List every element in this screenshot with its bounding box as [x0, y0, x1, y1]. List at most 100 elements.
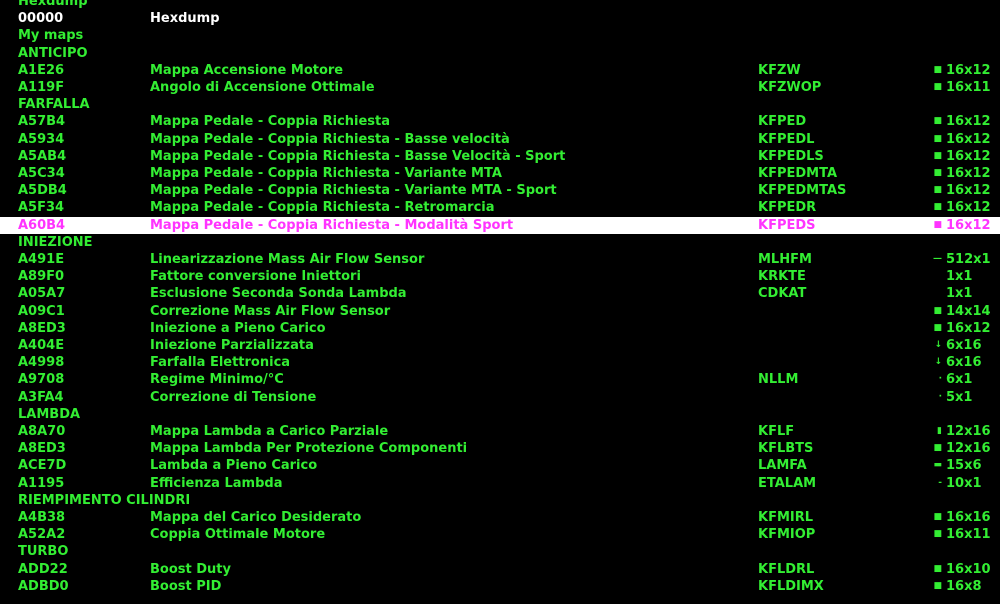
map-description: Mappa Pedale - Coppia Richiesta - Retrom… [150, 200, 495, 216]
map-row[interactable]: A8A70 Mappa Lambda a Carico Parziale KFLF ▮… [0, 423, 1000, 440]
map-row[interactable]: 00000 Hexdump [0, 10, 1000, 27]
map-list[interactable]: Hexdump 00000 Hexdump My maps ANTICIPO A1E26 M… [0, 0, 1000, 604]
map-row[interactable]: A09C1 Correzione Mass Air Flow Sensor ■ 14x… [0, 303, 1000, 320]
map-identifier: KRKTE [758, 269, 806, 285]
map-dimensions: 15x6 [946, 458, 982, 474]
map-dimensions: 16x12 [946, 114, 991, 130]
map-address: A89F0 [18, 269, 65, 285]
map-description: Coppia Ottimale Motore [150, 527, 326, 543]
map-shape-icon: ■ [933, 443, 942, 454]
map-row[interactable]: A404E Iniezione Parzializzata ↓ 6x16 [0, 337, 1000, 354]
map-row-selected[interactable]: A60B4 Mappa Pedale - Coppia Richiesta - M… [0, 216, 1000, 234]
map-address: A52A2 [18, 527, 66, 543]
category-anticipo[interactable]: ANTICIPO [0, 45, 1000, 62]
category-hexdump[interactable]: Hexdump [0, 0, 1000, 10]
map-row[interactable]: A4B38 Mappa del Carico Desiderato KFMIRL ■ 1… [0, 509, 1000, 526]
map-address: A4B38 [18, 510, 66, 525]
map-identifier: KFPEDS [758, 217, 816, 233]
map-dimensions: 14x14 [946, 303, 991, 319]
map-shape-icon: · [938, 391, 942, 402]
map-description: Boost Duty [150, 561, 231, 577]
map-description: Linearizzazione Mass Air Flow Sensor [150, 252, 425, 267]
category-iniezione[interactable]: INIEZIONE [0, 234, 1000, 251]
map-row[interactable]: A5C34 Mappa Pedale - Coppia Richiesta - V… [0, 165, 1000, 182]
map-shape-icon: ■ [933, 82, 942, 92]
map-dimensions: 16x12 [946, 62, 991, 78]
category-turbo[interactable]: TURBO [0, 543, 1000, 560]
map-shape-icon: - [938, 477, 942, 488]
map-identifier: KFMIOP [758, 527, 816, 543]
map-identifier: KFLF [758, 424, 795, 439]
category-label: INIEZIONE [18, 234, 93, 250]
map-address: A09C1 [18, 303, 65, 319]
map-row[interactable]: ADBD0 Boost PID KFLDIMX ■ 16x8 [0, 578, 1000, 595]
map-description: Mappa Accensione Motore [150, 62, 344, 78]
category-label: TURBO [18, 544, 69, 560]
map-dimensions: 12x16 [946, 441, 991, 457]
map-row[interactable]: A05A7 Esclusione Seconda Sonda Lambda CDKA… [0, 285, 1000, 302]
category-farfalla[interactable]: FARFALLA [0, 96, 1000, 113]
map-row[interactable]: A9708 Regime Minimo/°C NLLM · 6x1 [0, 371, 1000, 388]
map-row[interactable]: ACE7D Lambda a Pieno Carico LAMFA ▬ 15x6 [0, 457, 1000, 474]
map-identifier: KFZWOP [758, 80, 822, 95]
map-shape-icon: ■ [933, 116, 942, 127]
map-description: Iniezione Parzializzata [150, 338, 314, 353]
map-address: A5934 [18, 131, 65, 147]
map-row[interactable]: A5DB4 Mappa Pedale - Coppia Richiesta - V… [0, 182, 1000, 199]
map-description: Mappa Pedale - Coppia Richiesta - Modali… [150, 217, 514, 233]
map-address: 00000 [18, 11, 64, 27]
category-my-maps[interactable]: My maps [0, 27, 1000, 44]
map-row[interactable]: A8ED3 Mappa Lambda Per Protezione Compone… [0, 440, 1000, 457]
map-address: A3FA4 [18, 389, 64, 405]
map-shape-icon: ■ [933, 202, 942, 213]
map-row[interactable]: ADD22 Boost Duty KFLDRL ■ 16x10 [0, 561, 1000, 578]
map-dimensions: 16x12 [946, 183, 991, 199]
map-description: Hexdump [150, 11, 220, 27]
map-row[interactable]: A491E Linearizzazione Mass Air Flow Senso… [0, 251, 1000, 268]
map-dimensions: 16x12 [946, 166, 991, 181]
map-row[interactable]: A4998 Farfalla Elettronica ↓ 6x16 [0, 354, 1000, 371]
map-dimensions: 6x1 [946, 372, 973, 388]
category-label: My maps [18, 28, 84, 44]
category-lambda[interactable]: LAMBDA [0, 406, 1000, 423]
map-description: Mappa del Carico Desiderato [150, 510, 362, 525]
map-row[interactable]: A5934 Mappa Pedale - Coppia Richiesta - B… [0, 131, 1000, 148]
map-shape-icon: ▮ [937, 426, 942, 436]
map-address: A57B4 [18, 114, 66, 130]
map-row[interactable]: A3FA4 Correzione di Tensione · 5x1 [0, 389, 1000, 406]
map-shape-icon: ■ [933, 580, 942, 591]
map-identifier: KFMIRL [758, 510, 814, 525]
map-address: A8ED3 [18, 441, 66, 457]
map-address: A5AB4 [18, 148, 67, 164]
category-label: ANTICIPO [18, 45, 88, 61]
map-shape-icon: ■ [933, 322, 942, 333]
map-shape-icon: ■ [933, 305, 942, 316]
map-shape-icon: ■ [933, 64, 942, 75]
map-description: Mappa Pedale - Coppia Richiesta - Basse … [150, 131, 510, 147]
map-dimensions: 16x12 [946, 148, 991, 164]
map-shape-icon: · [938, 374, 942, 385]
map-row[interactable]: A5F34 Mappa Pedale - Coppia Richiesta - R… [0, 199, 1000, 216]
map-description: Correzione di Tensione [150, 389, 317, 405]
map-description: Fattore conversione Iniettori [150, 269, 361, 285]
map-dimensions: 16x11 [946, 527, 991, 543]
map-description: Regime Minimo/°C [150, 372, 284, 388]
category-label: LAMBDA [18, 406, 81, 422]
map-row[interactable]: A52A2 Coppia Ottimale Motore KFMIOP ■ 16x11 [0, 526, 1000, 543]
map-dimensions: 12x16 [946, 424, 991, 439]
map-address: A4998 [18, 355, 65, 371]
map-dimensions: 6x16 [946, 355, 982, 371]
map-shape-icon: ■ [933, 529, 942, 540]
category-label: Hexdump [18, 0, 88, 9]
map-row[interactable]: A119F Angolo di Accensione Ottimale KFZWOP… [0, 79, 1000, 96]
map-row[interactable]: A8ED3 Iniezione a Pieno Carico ■ 16x12 [0, 320, 1000, 337]
map-row[interactable]: A89F0 Fattore conversione Iniettori KRKTE 1… [0, 268, 1000, 285]
map-row[interactable]: A1E26 Mappa Accensione Motore KFZW ■ 16x12 [0, 62, 1000, 79]
map-shape-icon: ↓ [934, 357, 942, 368]
map-identifier: NLLM [758, 372, 799, 388]
map-row[interactable]: A5AB4 Mappa Pedale - Coppia Richiesta - B… [0, 148, 1000, 165]
category-riempimento-cilindri[interactable]: RIEMPIMENTO CILINDRI [0, 492, 1000, 509]
map-row[interactable]: A1195 Efficienza Lambda ETALAM -10x1 [0, 475, 1000, 492]
map-row[interactable]: A57B4 Mappa Pedale - Coppia Richiesta KFPE… [0, 113, 1000, 130]
map-description: Angolo di Accensione Ottimale [150, 80, 375, 95]
